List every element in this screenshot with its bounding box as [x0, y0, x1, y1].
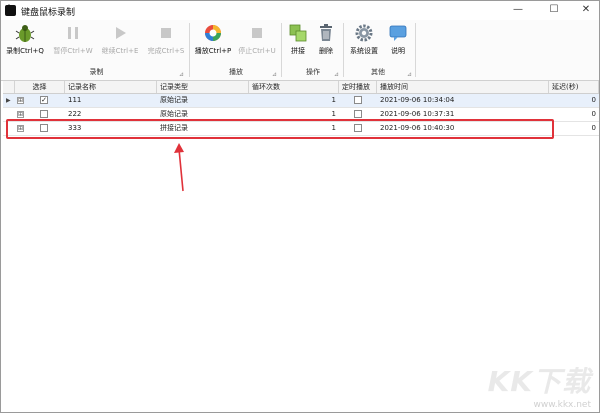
- group-launcher-record[interactable]: ⊿: [179, 71, 184, 78]
- window-title: 键盘鼠标录制: [21, 8, 76, 18]
- watermark: KK下载 www.kkx.net: [488, 360, 591, 410]
- stop-label: 停止Ctrl+U: [238, 47, 276, 55]
- record-name-cell[interactable]: 111: [65, 94, 157, 107]
- group-label-record: 录制: [89, 68, 104, 76]
- resume-label: 继续Ctrl+E: [101, 47, 139, 55]
- pause-label: 暂停Ctrl+W: [53, 47, 93, 55]
- column-header-name[interactable]: 记录名称: [65, 81, 157, 93]
- column-header-type[interactable]: 记录类型: [157, 81, 249, 93]
- column-header-select[interactable]: 选择: [15, 81, 65, 93]
- record-button[interactable]: 录制Ctrl+Q: [5, 23, 45, 63]
- ribbon-toolbar: 录制Ctrl+Q 暂停Ctrl+W 继续Ctrl+E 完成Ctrl+S 录制 ⊿: [1, 20, 599, 81]
- settings-label: 系统设置: [350, 47, 378, 55]
- splice-icon: [289, 24, 307, 42]
- stop-button[interactable]: 停止Ctrl+U: [237, 23, 277, 63]
- finish-button[interactable]: 完成Ctrl+S: [144, 23, 188, 63]
- main-window: 键盘鼠标录制 — ☐ ✕ 录制Ctrl+Q 暂停Ctrl+W 继续Ctrl+E …: [0, 0, 600, 413]
- pause-icon: [68, 27, 78, 39]
- speech-bubble-icon: [389, 25, 407, 41]
- color-wheel-play-icon: [205, 25, 221, 41]
- select-checkbox[interactable]: [40, 110, 48, 118]
- group-separator: [189, 23, 190, 77]
- column-header-time[interactable]: 播放时间: [377, 81, 549, 93]
- play-time-cell[interactable]: 2021-09-06 10:34:04: [377, 94, 549, 107]
- annotation-arrow-icon: [174, 143, 184, 192]
- splice-button[interactable]: 拼接: [287, 23, 309, 63]
- watermark-logo: KK下载: [487, 365, 591, 398]
- record-label: 录制Ctrl+Q: [6, 47, 44, 55]
- annotation-highlight-box: [6, 119, 554, 139]
- title-bar: 键盘鼠标录制 — ☐ ✕: [1, 1, 599, 20]
- timed-play-checkbox[interactable]: [354, 110, 362, 118]
- finish-label: 完成Ctrl+S: [147, 47, 185, 55]
- row-header-corner: [3, 81, 15, 93]
- gear-icon: [355, 24, 373, 42]
- group-label-play: 播放: [229, 68, 243, 76]
- delay-cell[interactable]: 0: [549, 108, 599, 121]
- column-header-delay[interactable]: 延迟(秒): [549, 81, 599, 93]
- delete-label: 删除: [319, 47, 333, 55]
- table-row[interactable]: ▶ ⊞ ✓ 111 原始记录 1 2021-09-06 10:34:04 0: [3, 94, 599, 108]
- current-row-indicator: ▶: [6, 97, 11, 104]
- pause-button[interactable]: 暂停Ctrl+W: [51, 23, 95, 63]
- watermark-url: www.kkx.net: [533, 400, 592, 410]
- expand-toggle[interactable]: ⊞: [17, 111, 24, 118]
- group-separator: [415, 23, 416, 77]
- stop-square-icon: [252, 28, 262, 38]
- timed-play-checkbox[interactable]: [354, 96, 362, 104]
- maximize-button[interactable]: ☐: [543, 3, 565, 17]
- group-separator: [343, 23, 344, 77]
- column-header-loops[interactable]: 循环次数: [249, 81, 339, 93]
- table-header: 选择 记录名称 记录类型 循环次数 定时播放 播放时间 延迟(秒): [3, 81, 599, 94]
- minimize-button[interactable]: —: [507, 3, 529, 17]
- delay-cell[interactable]: 0: [549, 122, 599, 135]
- loop-count-cell[interactable]: 1: [249, 94, 339, 107]
- delay-cell[interactable]: 0: [549, 94, 599, 107]
- select-checkbox[interactable]: ✓: [40, 96, 48, 104]
- record-type-cell[interactable]: 原始记录: [157, 94, 249, 107]
- column-header-timed[interactable]: 定时播放: [339, 81, 377, 93]
- play-label: 播放Ctrl+P: [194, 47, 232, 55]
- close-button[interactable]: ✕: [575, 3, 597, 17]
- bug-record-icon: [15, 25, 35, 42]
- play-button[interactable]: 播放Ctrl+P: [193, 23, 233, 63]
- group-launcher-play[interactable]: ⊿: [272, 71, 277, 78]
- settings-button[interactable]: 系统设置: [347, 23, 381, 63]
- stop-square-icon: [161, 28, 171, 38]
- delete-button[interactable]: 删除: [315, 23, 337, 63]
- splice-label: 拼接: [291, 47, 305, 55]
- group-launcher-other[interactable]: ⊿: [407, 71, 412, 78]
- group-separator: [281, 23, 282, 77]
- resume-button[interactable]: 继续Ctrl+E: [98, 23, 142, 63]
- cat-app-icon: [5, 4, 16, 16]
- help-button[interactable]: 说明: [387, 23, 409, 63]
- group-label-operate: 操作: [306, 68, 320, 76]
- group-label-other: 其他: [371, 68, 385, 76]
- help-label: 说明: [391, 47, 405, 55]
- expand-toggle[interactable]: ⊞: [17, 97, 24, 104]
- play-arrow-icon: [116, 27, 126, 39]
- trash-icon: [320, 24, 332, 41]
- group-launcher-operate[interactable]: ⊿: [334, 71, 339, 78]
